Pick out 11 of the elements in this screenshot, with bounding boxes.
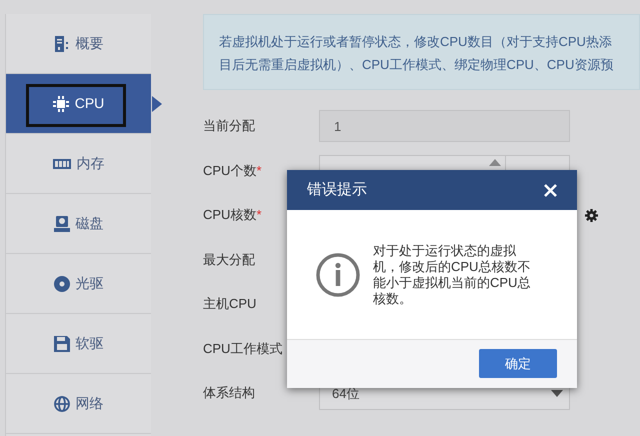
field-label: CPU工作模式 [203, 340, 282, 356]
dialog-title: 错误提示 [307, 180, 367, 200]
field-label: 当前分配 [203, 118, 255, 134]
dialog-message: 对于处于运行状态的虚拟机，修改后的CPU总核数不能小于虚拟机当前的CPU总核数。 [373, 242, 532, 306]
field-label: CPU核数* [203, 207, 262, 222]
field-label: 最大分配 [203, 252, 255, 267]
field-label: 主机CPU [203, 296, 256, 312]
notice-text: 目后无需重启虚拟机）、CPU工作模式、绑定物理CPU、CPU资源预 [219, 56, 614, 74]
notice-text: 若虚拟机处于运行或者暂停状态，修改CPU数目（对于支持CPU热添 [219, 33, 613, 51]
field-label: CPU个数* [203, 162, 262, 178]
field-label: 体系结构 [203, 385, 255, 400]
